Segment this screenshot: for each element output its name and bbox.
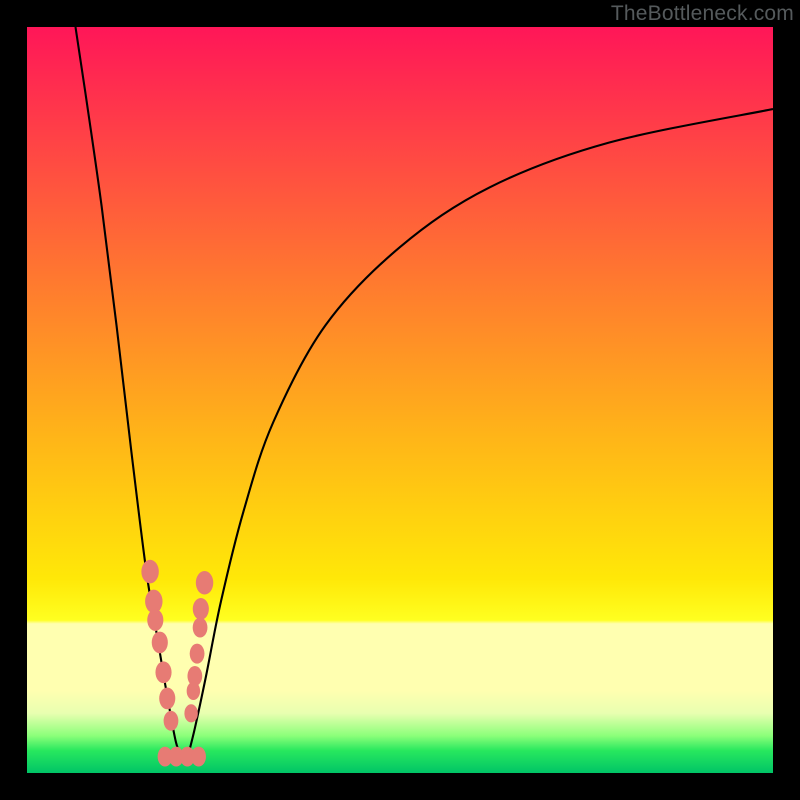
marker-dot xyxy=(193,598,209,620)
marker-dot xyxy=(152,632,168,654)
marker-dot xyxy=(187,682,200,700)
curves-layer xyxy=(27,27,773,773)
marker-dot xyxy=(184,704,197,722)
marker-dot xyxy=(164,711,179,731)
marker-dot xyxy=(147,609,163,631)
right-curve xyxy=(187,109,773,758)
marker-dot xyxy=(190,644,205,664)
marker-dot xyxy=(155,661,171,683)
marker-cluster xyxy=(141,560,213,767)
watermark-text: TheBottleneck.com xyxy=(611,2,794,26)
chart-stage: TheBottleneck.com xyxy=(0,0,800,800)
marker-dot xyxy=(159,688,175,710)
marker-dot xyxy=(193,618,208,638)
marker-dot xyxy=(191,747,206,767)
plot-area xyxy=(27,27,773,773)
marker-dot xyxy=(196,571,213,595)
marker-dot xyxy=(141,560,158,584)
